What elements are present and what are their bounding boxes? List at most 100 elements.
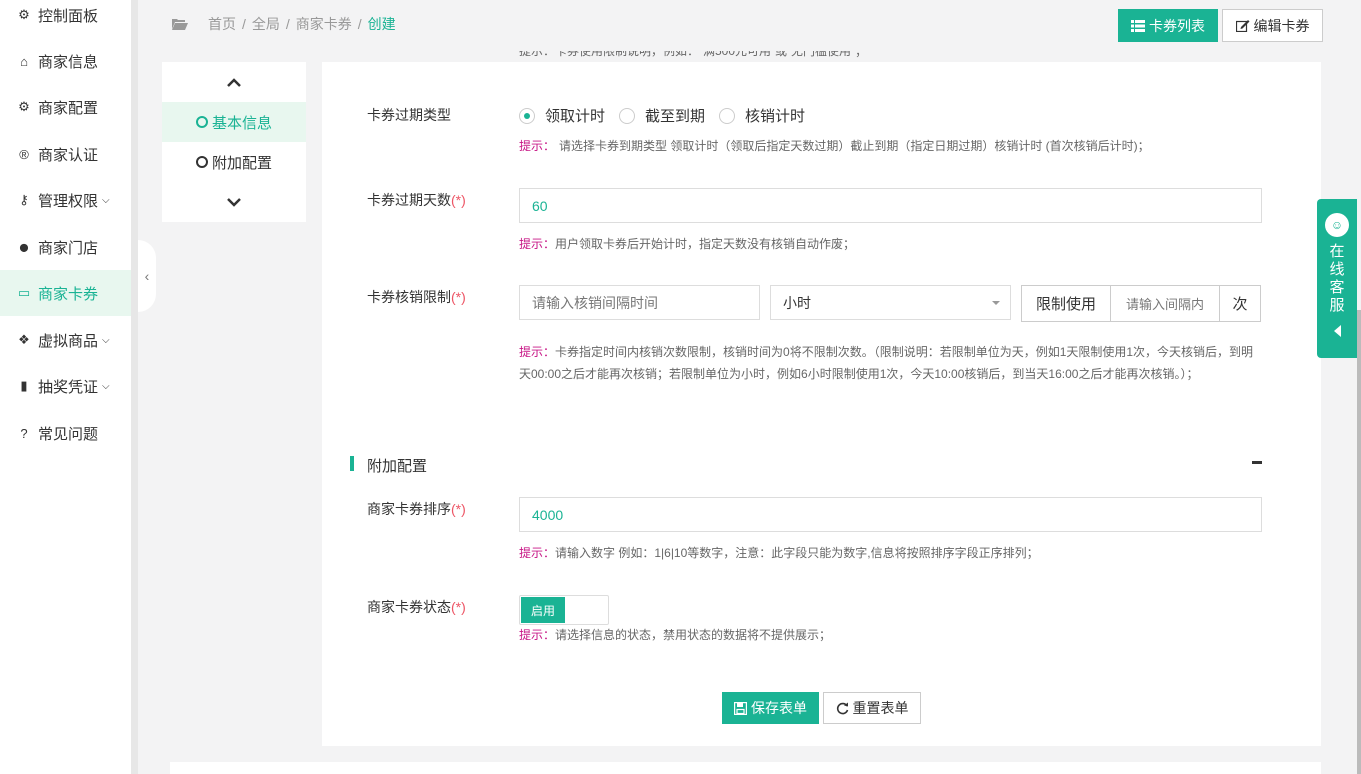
dashboard-icon: ⚙ [18, 7, 30, 22]
step-label: 附加配置 [211, 154, 272, 172]
sidebar-item-label: 商家配置 [38, 99, 99, 117]
edit-card-button[interactable]: 编辑卡券 [1222, 9, 1323, 42]
key-icon: ⚷ [19, 192, 29, 207]
sidebar-item-label: 控制面板 [38, 7, 99, 25]
chevron-down-icon [227, 197, 241, 207]
radio-receive-timing[interactable] [519, 107, 535, 124]
step-nav: 基本信息 附加配置 [162, 62, 306, 222]
step-extra-config[interactable]: 附加配置 [162, 142, 306, 182]
count-suffix-addon: 次 [1219, 285, 1261, 322]
breadcrumb-cards[interactable]: 商家卡券 [296, 14, 352, 34]
toggle-on-label: 启用 [521, 597, 565, 623]
bookmark-icon: ▮ [20, 378, 28, 393]
cutoff-hint: 提示：卡券使用限制说明，例如：“满500元可用”或“无门槛使用”； [519, 51, 868, 58]
sidebar-item-faq[interactable]: ? 常见问题 [0, 410, 131, 456]
circle-icon [195, 116, 208, 128]
redeem-limit-label: 卡券核销限制(*) [367, 289, 466, 305]
section-accent-bar [350, 456, 354, 471]
card-list-button-label: 卡券列表 [1149, 17, 1205, 34]
status-toggle[interactable]: 启用 [519, 595, 609, 625]
expire-days-hint: 提示：用户领取卡券后开始计时，指定天数没有核销自动作废； [519, 237, 856, 251]
chevron-down-icon: ⌵ [102, 334, 110, 346]
select-value: 小时 [783, 294, 811, 311]
chevron-up-icon [227, 77, 241, 87]
sidebar-item-label: 商家认证 [38, 146, 99, 164]
save-form-button[interactable]: 保存表单 [722, 692, 819, 724]
sort-label: 商家卡券排序(*) [367, 501, 466, 517]
breadcrumb-separator: / [357, 16, 362, 32]
reset-form-label: 重置表单 [852, 700, 909, 716]
sidebar-item-merchant-config[interactable]: ⚙ 商家配置 [0, 84, 131, 130]
map-marker-icon: ⬤ [19, 242, 29, 252]
expire-type-hint: 提示： 请选择卡券到期类型 领取计时（领取后指定天数过期）截止到期（指定日期过期）… [519, 139, 1150, 153]
breadcrumb-separator: / [242, 16, 246, 32]
sort-input[interactable]: 4000 [519, 497, 1262, 532]
sidebar-item-virtual-goods[interactable]: ❖ 虚拟商品 ⌵ [0, 317, 131, 363]
breadcrumb-separator: / [285, 16, 290, 32]
reset-form-button[interactable]: 重置表单 [823, 692, 921, 724]
sidebar-border [131, 0, 138, 774]
chevron-down-icon: ⌵ [102, 380, 110, 392]
redeem-limit-hint: 提示：卡券指定时间内核销次数限制，核销时间为0将不限制次数。（限制说明：若限制单… [519, 345, 1254, 381]
radio-deadline[interactable] [619, 107, 636, 124]
sidebar-collapse-button[interactable]: ‹ [138, 240, 156, 312]
breadcrumb-current: 创建 [367, 16, 396, 32]
sidebar-item-cards[interactable]: ▭ 商家卡券 [0, 270, 131, 316]
sidebar-item-label: 抽奖凭证 [38, 378, 99, 396]
card-list-button[interactable]: 卡券列表 [1118, 9, 1218, 42]
sidebar-item-merchant-info[interactable]: ⌂ 商家信息 [0, 38, 131, 84]
breadcrumb-global[interactable]: 全局 [252, 14, 280, 34]
redeem-unit-select[interactable]: 小时 [770, 285, 1011, 320]
radio-label: 截至到期 [645, 108, 706, 125]
registered-icon: ® [19, 146, 29, 162]
sidebar-item-dashboard[interactable]: ⚙ 控制面板 [0, 0, 131, 38]
redeem-interval-input[interactable]: 请输入核销间隔时间 [519, 285, 760, 320]
circle-icon [195, 156, 208, 168]
expire-type-label: 卡券过期类型 [367, 107, 451, 123]
caret-down-icon [992, 301, 1000, 305]
chevron-down-icon: ⌵ [102, 194, 110, 206]
sidebar-item-label: 商家信息 [38, 53, 99, 71]
panel-footer [170, 762, 1321, 774]
online-service-panel[interactable]: ☺ 在线客服 [1317, 199, 1357, 358]
sidebar-item-merchant-auth[interactable]: ® 商家认证 [0, 131, 131, 177]
refresh-icon [836, 702, 848, 714]
sidebar-item-label: 常见问题 [38, 425, 99, 443]
status-label: 商家卡券状态(*) [367, 599, 466, 615]
expire-days-label: 卡券过期天数(*) [367, 192, 466, 208]
expire-type-radio-group: 领取计时 截至到期 核销计时 [519, 105, 819, 126]
save-icon [734, 701, 747, 715]
cogs-icon: ⚙ [18, 99, 30, 114]
sidebar-item-lottery[interactable]: ▮ 抽奖凭证 ⌵ [0, 363, 131, 409]
sidebar: ⚙ 控制面板 ⌂ 商家信息 ⚙ 商家配置 ® 商家认证 ⚷ 管理权限 ⌵ ⬤ 商… [0, 0, 131, 774]
edit-icon [1235, 20, 1249, 32]
sidebar-item-label: 管理权限 [38, 192, 99, 210]
caret-left-icon [1333, 325, 1341, 337]
expire-days-input[interactable]: 60 [519, 188, 1262, 223]
sidebar-item-label: 虚拟商品 [38, 332, 99, 350]
radio-redeem-timing[interactable] [719, 107, 736, 124]
minus-icon[interactable] [1252, 461, 1262, 464]
edit-card-button-label: 编辑卡券 [1253, 17, 1310, 34]
sidebar-item-stores[interactable]: ⬤ 商家门店 [0, 224, 131, 270]
limit-use-addon: 限制使用 [1021, 285, 1111, 322]
dropbox-icon: ❖ [18, 332, 30, 347]
sidebar-item-label: 商家卡券 [38, 285, 99, 303]
breadcrumb: 首页 / 全局 / 商家卡券 / 创建 [172, 14, 396, 34]
scrollbar[interactable] [1357, 310, 1361, 774]
step-label: 基本信息 [211, 114, 272, 132]
step-up-button[interactable] [162, 62, 306, 102]
save-form-label: 保存表单 [751, 700, 807, 716]
redeem-count-input[interactable]: 请输入间隔内 [1110, 285, 1220, 322]
radio-label: 核销计时 [745, 108, 806, 125]
sidebar-item-permissions[interactable]: ⚷ 管理权限 ⌵ [0, 177, 131, 223]
step-basic-info[interactable]: 基本信息 [162, 102, 306, 142]
status-hint: 提示：请选择信息的状态，禁用状态的数据将不提供展示； [519, 628, 832, 642]
question-circle-icon: ? [20, 425, 28, 441]
radio-label: 领取计时 [545, 108, 606, 125]
credit-card-icon: ▭ [17, 285, 31, 300]
section-title: 附加配置 [367, 458, 428, 475]
breadcrumb-home[interactable]: 首页 [208, 14, 236, 34]
chevron-left-icon: ‹ [144, 268, 150, 284]
step-down-button[interactable] [162, 182, 306, 222]
